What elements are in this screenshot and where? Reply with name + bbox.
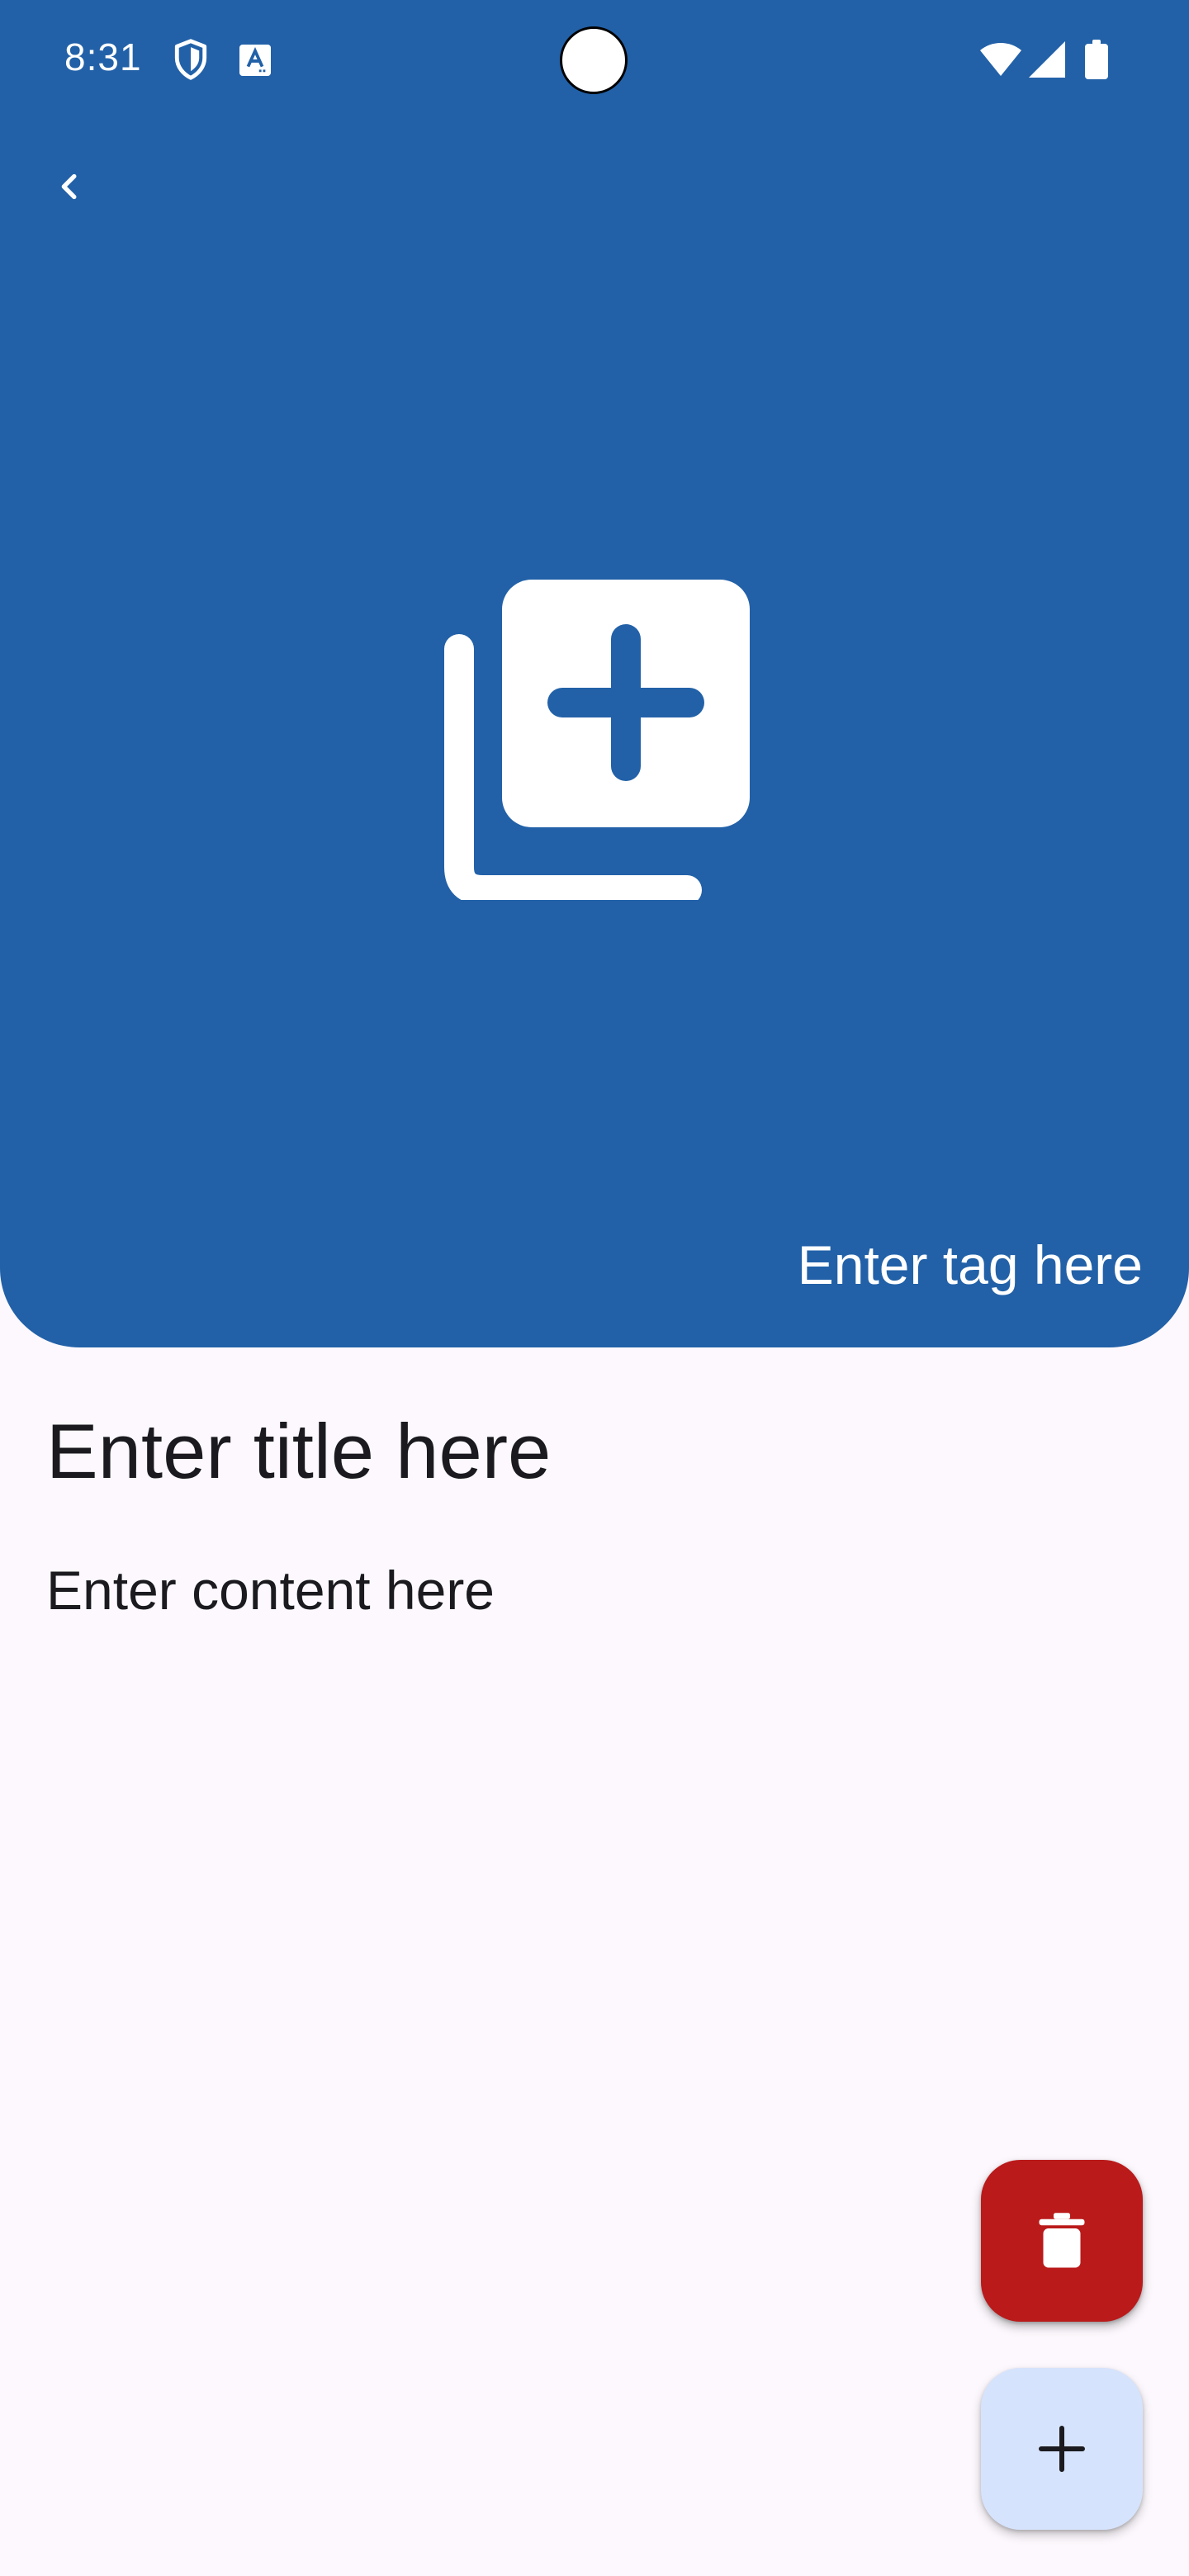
tag-input[interactable]: Enter tag here	[798, 1234, 1143, 1296]
trash-icon	[1039, 2213, 1085, 2268]
back-button[interactable]	[40, 157, 99, 216]
cell-signal-icon	[1029, 41, 1065, 78]
shield-icon	[174, 39, 207, 80]
title-input[interactable]: Enter title here	[46, 1407, 551, 1496]
content-input[interactable]: Enter content here	[46, 1559, 495, 1622]
text-a-icon	[239, 45, 271, 76]
battery-icon	[1085, 40, 1108, 79]
status-time: 8:31	[64, 36, 142, 78]
wifi-icon	[980, 43, 1021, 76]
add-button[interactable]	[981, 2368, 1143, 2530]
add-to-photos-icon	[444, 580, 750, 905]
camera-cutout	[560, 26, 628, 94]
chevron-left-icon	[61, 173, 77, 200]
plus-icon	[1039, 2426, 1085, 2472]
add-image-button[interactable]	[429, 570, 760, 905]
status-bar: 8:31	[0, 0, 1189, 119]
header-image-area: 8:31 Enter tag here	[0, 0, 1189, 1347]
note-editor-screen: 8:31 Enter tag here Enter title here Ent…	[0, 0, 1189, 2576]
delete-button[interactable]	[981, 2160, 1143, 2322]
